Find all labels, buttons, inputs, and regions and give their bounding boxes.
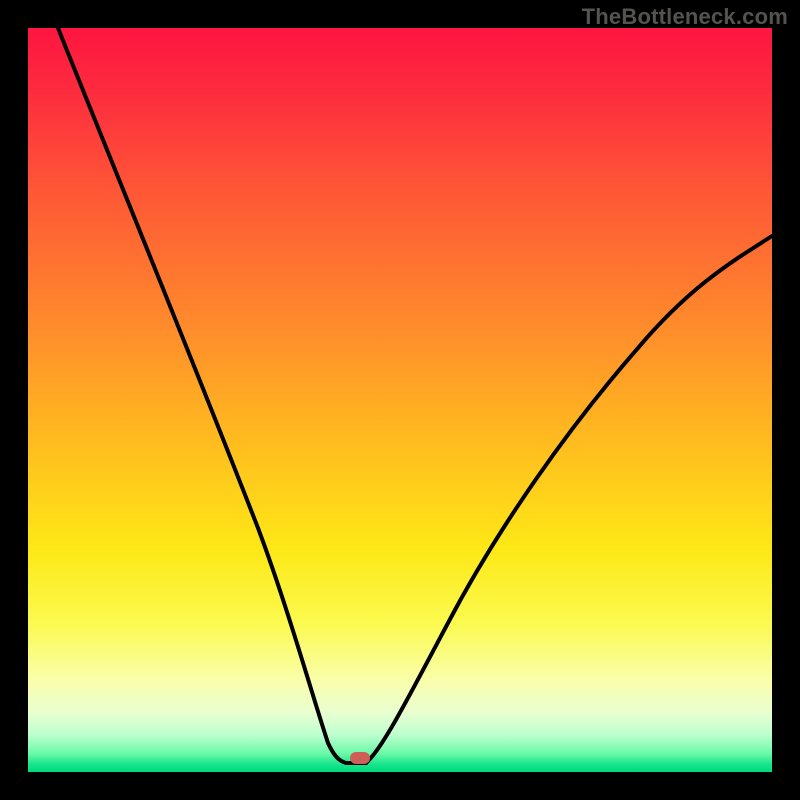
- chart-frame: TheBottleneck.com: [0, 0, 800, 800]
- minimum-marker: [350, 752, 370, 764]
- watermark-text: TheBottleneck.com: [582, 4, 788, 30]
- plot-area: [28, 28, 772, 772]
- curve-right-branch: [366, 236, 772, 763]
- bottleneck-curve: [28, 28, 772, 772]
- curve-left-branch: [58, 28, 366, 763]
